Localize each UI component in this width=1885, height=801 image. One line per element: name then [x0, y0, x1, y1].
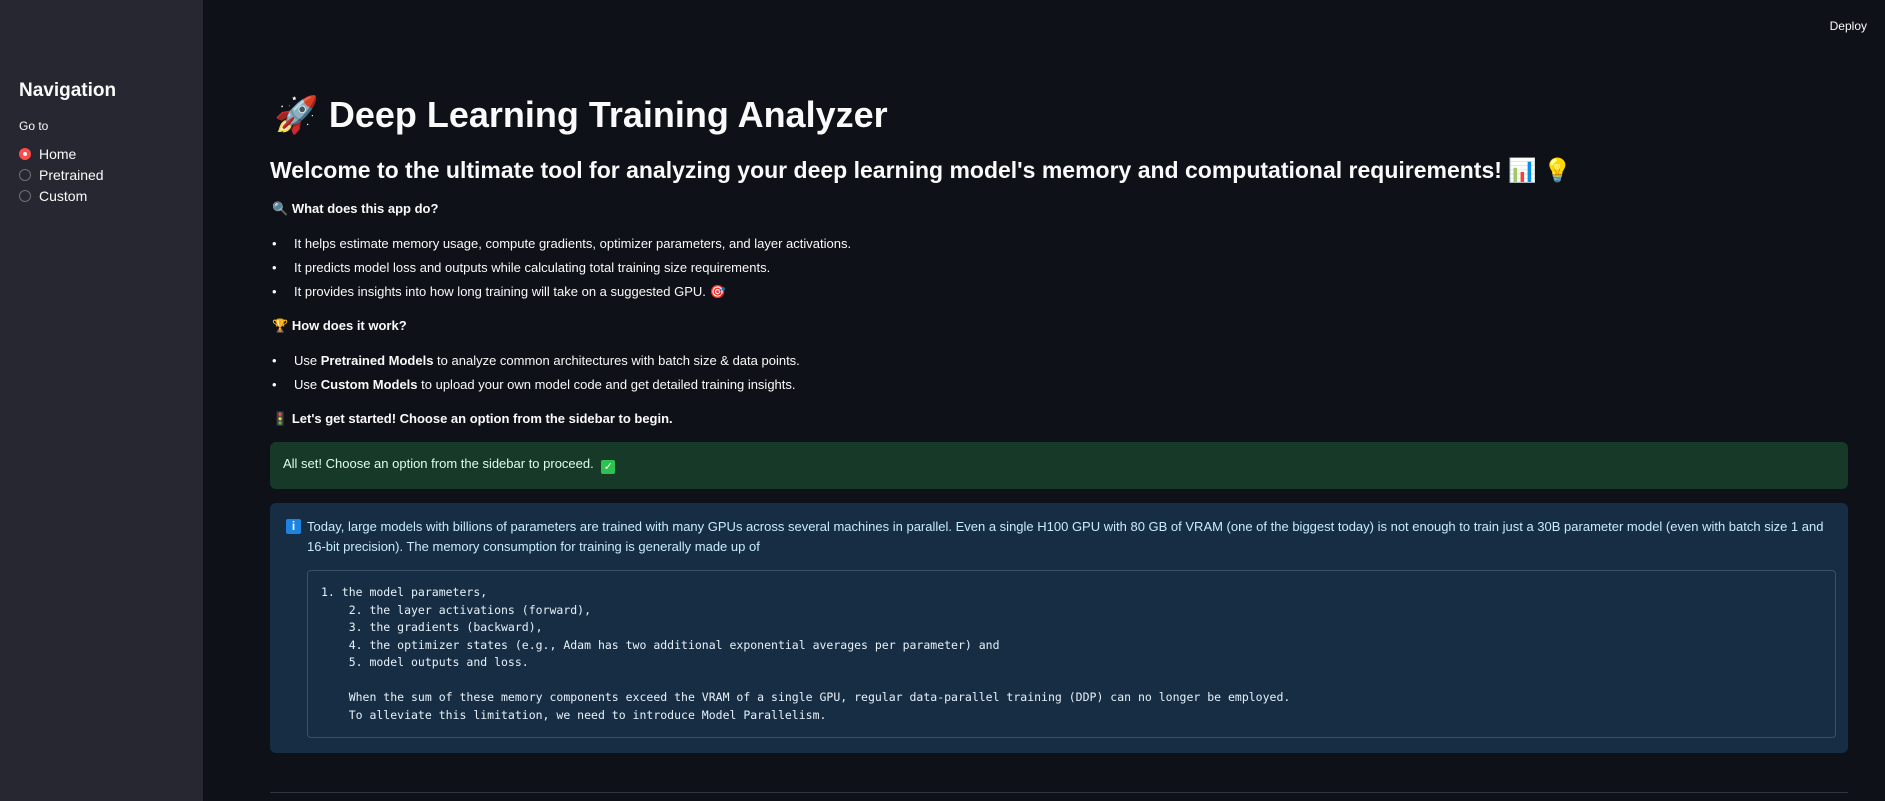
code-block: 1. the model parameters, 2. the layer ac… [307, 570, 1836, 738]
divider [270, 792, 1848, 793]
cta-text: 🚦 Let's get started! Choose an option fr… [272, 411, 673, 426]
list-item: It predicts model loss and outputs while… [270, 259, 851, 283]
page-title: 🚀 Deep Learning Training Analyzer [274, 94, 888, 136]
section-heading-text: What does this app do? [291, 201, 439, 216]
radio-option-custom[interactable]: Custom [19, 185, 104, 206]
info-alert: i Today, large models with billions of p… [270, 503, 1848, 753]
radio-label: Pretrained [39, 166, 104, 183]
page-title-text: Deep Learning Training Analyzer [328, 94, 888, 135]
check-icon: ✓ [601, 460, 616, 474]
list-item: Use Custom Models to upload your own mod… [270, 376, 800, 400]
navigation-radio-group: Home Pretrained Custom [19, 143, 104, 206]
radio-label: Custom [39, 187, 88, 204]
sidebar: Navigation Go to Home Pretrained Custom [0, 0, 203, 801]
section-heading-text: How does it work? [291, 318, 407, 333]
radio-label: Home [39, 145, 77, 162]
sidebar-heading: Navigation [19, 80, 117, 101]
success-alert: All set! Choose an option from the sideb… [270, 442, 1848, 489]
success-text: All set! Choose an option from the sideb… [283, 456, 594, 471]
list-item: It helps estimate memory usage, compute … [270, 235, 851, 259]
info-icon: i [286, 519, 301, 534]
what-list: It helps estimate memory usage, compute … [270, 235, 851, 307]
section-how-heading: 🏆 How does it work? [272, 318, 407, 334]
info-text: Today, large models with billions of par… [307, 519, 1824, 554]
radio-option-home[interactable]: Home [19, 143, 104, 164]
deploy-button[interactable]: Deploy [1830, 19, 1867, 33]
radio-unselected-icon[interactable] [19, 189, 31, 202]
traffic-light-icon: 🚦 [272, 411, 289, 426]
radio-unselected-icon[interactable] [19, 168, 31, 181]
how-list: Use Pretrained Models to analyze common … [270, 352, 800, 400]
trophy-icon: 🏆 [272, 318, 289, 333]
rocket-icon: 🚀 [274, 94, 319, 135]
goto-label: Go to [19, 119, 49, 133]
magnifier-icon: 🔍 [272, 201, 289, 216]
list-item: It provides insights into how long train… [270, 283, 851, 307]
radio-option-pretrained[interactable]: Pretrained [19, 164, 104, 185]
radio-selected-icon[interactable] [19, 147, 31, 160]
section-what-heading: 🔍 What does this app do? [272, 201, 438, 217]
list-item: Use Pretrained Models to analyze common … [270, 352, 800, 376]
page-subtitle: Welcome to the ultimate tool for analyzi… [270, 157, 1572, 183]
